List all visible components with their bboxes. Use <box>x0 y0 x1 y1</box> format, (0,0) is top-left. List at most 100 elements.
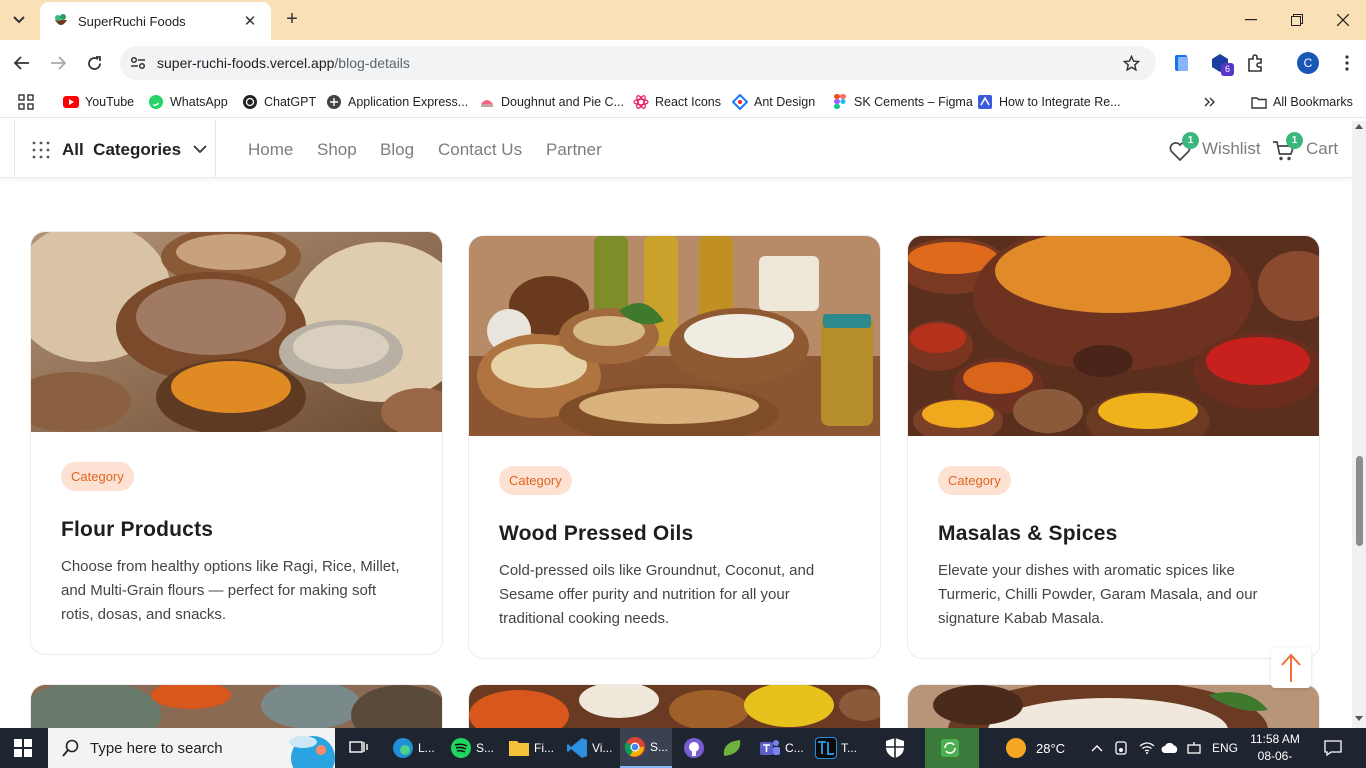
new-tab-button[interactable]: + <box>280 8 304 32</box>
taskbar-app-sync[interactable] <box>925 728 979 768</box>
search-placeholder: Type here to search <box>90 739 223 757</box>
site-header: All Categories Home Shop Blog Contact Us… <box>0 121 1352 178</box>
search-icon <box>62 739 79 757</box>
all-categories-dropdown[interactable]: All Categories <box>14 121 216 178</box>
taskbar-search-box[interactable]: Type here to search <box>48 728 335 768</box>
bookmark-star-icon[interactable] <box>1120 52 1142 74</box>
vscode-icon <box>566 737 588 759</box>
wishlist-label: Wishlist <box>1202 139 1261 158</box>
flour-products-image <box>31 232 442 432</box>
taskbar-app-security[interactable] <box>884 728 910 768</box>
all-bookmarks-folder[interactable]: All Bookmarks <box>1251 92 1353 112</box>
taskbar-app-vscode[interactable]: Vi... <box>566 728 612 768</box>
weather-widget[interactable]: 28°C <box>1006 728 1065 768</box>
bookmark-youtube[interactable]: YouTube <box>63 92 134 112</box>
wishlist-link[interactable]: 1 Wishlist <box>1168 132 1261 162</box>
masalas-spices-image <box>908 236 1319 436</box>
blog-card-masalas-spices[interactable]: Category Masalas & Spices Elevate your d… <box>907 235 1320 659</box>
address-bar[interactable]: super-ruchi-foods.vercel.app/blog-detail… <box>120 46 1156 80</box>
taskbar-app-file-explorer[interactable]: Fi... <box>508 728 554 768</box>
bookmark-ant-design[interactable]: Ant Design <box>732 92 815 112</box>
minimize-button[interactable] <box>1236 6 1266 34</box>
tab-search-icon[interactable] <box>8 9 30 31</box>
nav-home[interactable]: Home <box>248 140 293 160</box>
nav-blog[interactable]: Blog <box>380 140 414 160</box>
reload-button[interactable] <box>81 50 107 76</box>
spring-tool-icon <box>721 737 743 759</box>
google-docs-extension-icon[interactable] <box>1171 52 1193 74</box>
extensions-puzzle-icon[interactable] <box>1244 52 1266 74</box>
sync-icon <box>939 737 961 759</box>
onedrive-cloud-icon[interactable] <box>1161 728 1179 768</box>
forward-button[interactable] <box>45 50 71 76</box>
nav-contact-us[interactable]: Contact Us <box>438 140 522 160</box>
bookmark-whatsapp[interactable]: WhatsApp <box>148 92 228 112</box>
card-description: Choose from healthy options like Ragi, R… <box>61 558 400 623</box>
profile-avatar[interactable]: C <box>1297 52 1319 74</box>
bookmark-application-express[interactable]: Application Express... <box>326 92 468 112</box>
tlauncher-icon <box>815 737 837 759</box>
windows-start-icon[interactable] <box>14 739 32 757</box>
apex-icon <box>326 94 342 110</box>
taskbar-app-spotify[interactable]: S... <box>450 728 494 768</box>
category-pill[interactable]: Category <box>938 466 1011 495</box>
bookmark-react-icons[interactable]: React Icons <box>633 92 721 112</box>
wood-pressed-oils-image <box>469 236 880 436</box>
superruchi-favicon-icon <box>55 14 67 25</box>
wifi-icon[interactable] <box>1139 728 1155 768</box>
chrome-menu-icon[interactable] <box>1336 52 1358 74</box>
restore-button[interactable] <box>1282 6 1312 34</box>
shield-icon <box>884 737 906 759</box>
taskbar-app-chrome[interactable]: S... <box>620 728 672 768</box>
bookmark-sk-cements-figma[interactable]: SK Cements – Figma <box>832 92 973 112</box>
youtube-icon <box>63 94 79 110</box>
scroll-to-top-button[interactable] <box>1271 648 1311 688</box>
blog-card-flour-products[interactable]: Category Flour Products Choose from heal… <box>30 231 443 655</box>
back-button[interactable] <box>9 50 35 76</box>
weather-temperature: 28°C <box>1036 740 1066 756</box>
nav-shop[interactable]: Shop <box>317 140 357 160</box>
cart-label: Cart <box>1306 139 1339 158</box>
scroll-thumb[interactable] <box>1356 456 1363 546</box>
taskbar-app-teams[interactable]: C... <box>759 728 804 768</box>
scroll-up-arrow-icon[interactable] <box>1355 124 1363 129</box>
scroll-down-arrow-icon[interactable] <box>1355 716 1363 721</box>
category-pill[interactable]: Category <box>61 462 134 491</box>
taskbar-app-spring-tool[interactable] <box>721 728 747 768</box>
language-indicator[interactable]: ENG <box>1212 728 1238 768</box>
nav-partner[interactable]: Partner <box>546 140 602 160</box>
wishlist-count-badge: 1 <box>1182 132 1199 149</box>
card-description: Cold-pressed oils like Groundnut, Coconu… <box>499 562 815 627</box>
network-ethernet-icon[interactable] <box>1186 728 1202 768</box>
bookmarks-overflow-chevron-icon[interactable] <box>1204 92 1216 112</box>
chrome-icon <box>624 736 646 758</box>
browser-tab-active[interactable]: SuperRuchi Foods ✕ <box>40 2 271 40</box>
close-window-button[interactable] <box>1328 6 1358 34</box>
taskbar-app-tlauncher[interactable]: T... <box>815 728 857 768</box>
card-title[interactable]: Flour Products <box>61 518 412 542</box>
meet-now-icon[interactable] <box>1115 728 1131 768</box>
cart-link[interactable]: 1 Cart <box>1272 132 1339 162</box>
task-view-icon[interactable] <box>349 728 369 768</box>
page-scrollbar[interactable] <box>1352 121 1366 728</box>
tab-close-icon[interactable]: ✕ <box>241 12 259 30</box>
card-title[interactable]: Wood Pressed Oils <box>499 522 850 546</box>
bookmark-doughnut-pie[interactable]: Doughnut and Pie C... <box>479 92 624 112</box>
taskbar-clock[interactable]: 11:58 AM 08-06-2025 <box>1246 731 1304 768</box>
sun-icon <box>1006 738 1026 758</box>
category-pill[interactable]: Category <box>499 466 572 495</box>
notifications-icon[interactable] <box>1324 728 1342 768</box>
show-hidden-icons-icon[interactable] <box>1091 728 1103 768</box>
file-explorer-icon <box>508 737 530 759</box>
taskbar-app-github[interactable] <box>683 728 709 768</box>
extension-badge-icon[interactable]: 6 <box>1209 52 1234 76</box>
taskbar-app-edge[interactable]: L... <box>392 728 435 768</box>
bookmark-how-to-integrate[interactable]: How to Integrate Re... <box>977 92 1121 112</box>
tab-title: SuperRuchi Foods <box>78 13 186 29</box>
blog-card-wood-pressed-oils[interactable]: Category Wood Pressed Oils Cold-pressed … <box>468 235 881 659</box>
bookmark-chatgpt[interactable]: ChatGPT <box>242 92 316 112</box>
apps-grid-icon[interactable] <box>18 92 34 112</box>
url-text[interactable]: super-ruchi-foods.vercel.app/blog-detail… <box>157 55 1120 71</box>
site-info-icon[interactable] <box>128 53 148 73</box>
card-title[interactable]: Masalas & Spices <box>938 522 1289 546</box>
